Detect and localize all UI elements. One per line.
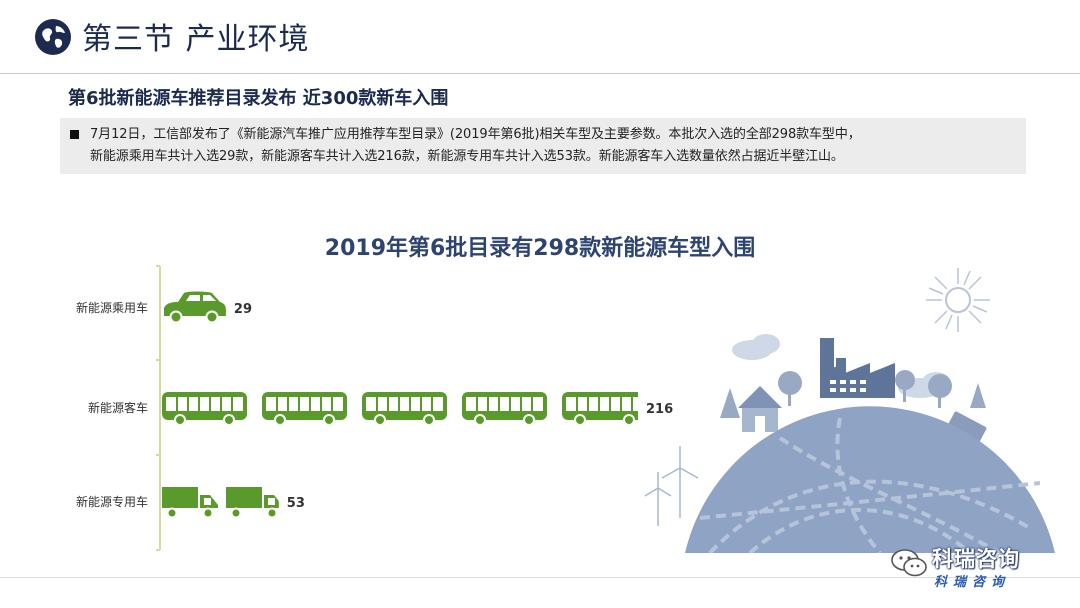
watermark: 科瑞咨询 科瑞咨询 xyxy=(884,543,1064,593)
header: 第三节 产业环境 xyxy=(0,0,1080,74)
y-tick-label: 新能源客车 xyxy=(88,400,148,415)
house-icon xyxy=(738,386,782,432)
page-title: 第三节 产业环境 xyxy=(82,22,310,57)
bus-icon xyxy=(562,392,638,426)
section-subtitle: 第6批新能源车推荐目录发布 近300款新车入围 xyxy=(68,88,449,109)
green-city-globe-illustration xyxy=(644,268,1055,553)
bullet-square xyxy=(70,130,79,139)
bus-icon xyxy=(262,392,347,426)
sun-icon xyxy=(926,268,990,332)
bus-icon xyxy=(462,392,547,426)
pictogram-bar-chart: 新能源乘用车 29新能源客车 216新能源专用车 53 xyxy=(76,265,673,551)
summary-box: 7月12日，工信部发布了《新能源汽车推广应用推荐车型目录》(2019年第6批)相… xyxy=(60,118,1026,174)
car-icon xyxy=(164,291,226,324)
bar-car xyxy=(164,291,226,324)
bar-truck xyxy=(162,487,279,519)
globe-icon xyxy=(35,19,71,55)
watermark-brand-sub: 科瑞咨询 xyxy=(934,575,1011,590)
wechat-icon xyxy=(891,549,927,577)
watermark-brand: 科瑞咨询 xyxy=(932,547,1020,571)
bar-bus xyxy=(162,392,638,426)
factory-icon xyxy=(820,338,895,398)
y-tick-label: 新能源乘用车 xyxy=(76,300,148,315)
wind-turbine-icon xyxy=(644,446,699,526)
data-label: 53 xyxy=(287,496,305,511)
y-tick-label: 新能源专用车 xyxy=(76,494,148,509)
summary-text: 7月12日，工信部发布了《新能源汽车推广应用推荐车型目录》(2019年第6批)相… xyxy=(90,127,861,164)
bus-icon xyxy=(162,392,247,426)
globe-earth xyxy=(685,406,1055,553)
data-label: 29 xyxy=(234,302,252,317)
truck-icon xyxy=(162,487,218,519)
truck-icon xyxy=(226,487,279,519)
header-divider xyxy=(0,73,1080,74)
bus-icon xyxy=(362,392,447,426)
